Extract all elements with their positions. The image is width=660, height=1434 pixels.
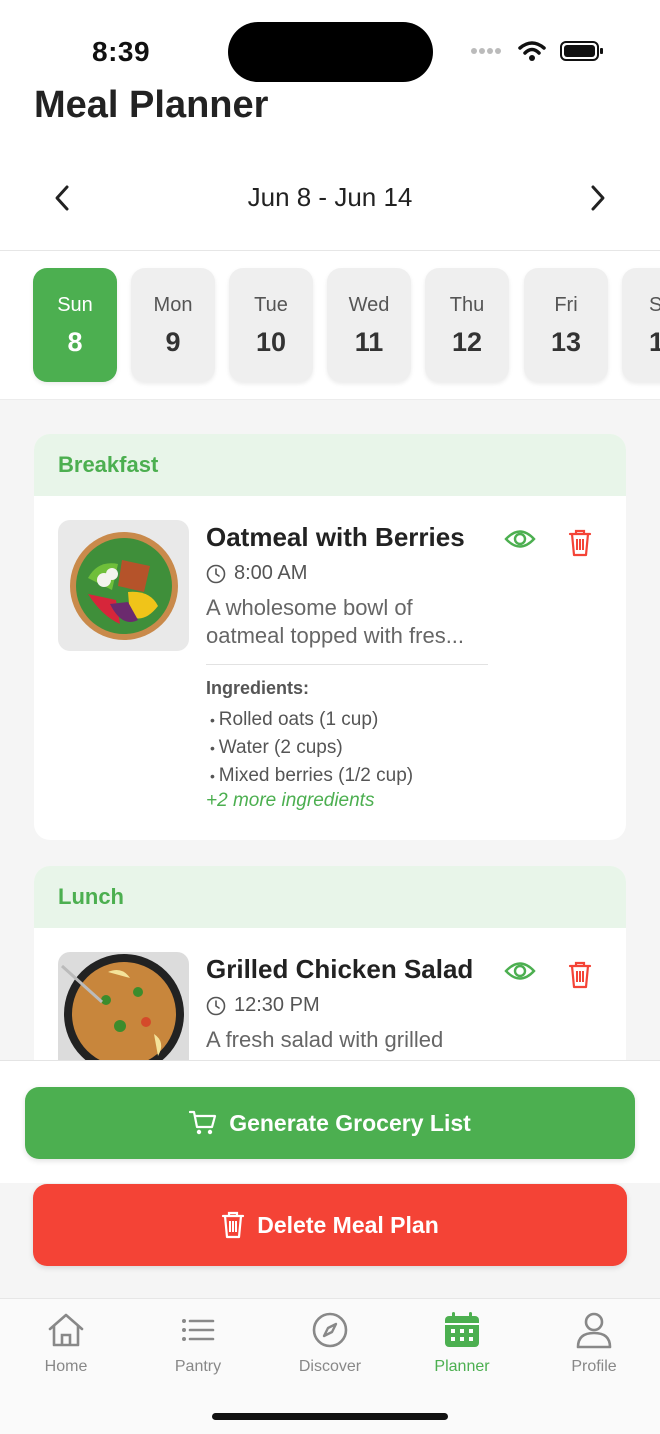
meal-image — [58, 952, 189, 1060]
delete-meal-plan-button[interactable]: Delete Meal Plan — [33, 1184, 627, 1266]
clock-icon — [206, 996, 226, 1015]
day-tue[interactable]: Tue 10 — [229, 268, 313, 382]
week-navigation: Jun 8 - Jun 14 — [0, 160, 660, 236]
tab-pantry[interactable]: Pantry — [143, 1311, 253, 1376]
day-fri[interactable]: Fri 13 — [524, 268, 608, 382]
ingredient-item: Water (2 cups) — [210, 734, 413, 762]
day-number: 9 — [165, 327, 181, 357]
tab-label: Discover — [298, 1358, 362, 1375]
meal-time-text: 12:30 PM — [234, 994, 320, 1016]
day-thu[interactable]: Thu 12 — [425, 268, 509, 382]
meal-time-text: 8:00 AM — [234, 562, 308, 584]
page-title: Meal Planner — [34, 84, 269, 126]
section-title: Lunch — [34, 866, 626, 928]
meal-divider — [206, 664, 488, 665]
day-sat[interactable]: Sat 14 — [622, 268, 660, 382]
signal-icon — [471, 48, 501, 54]
tab-label: Home — [44, 1358, 88, 1375]
status-icons — [470, 40, 604, 62]
meal-card[interactable]: Oatmeal with Berries 8:00 AM A wholesome… — [34, 496, 626, 811]
more-ingredients-link[interactable]: +2 more ingredients — [206, 790, 374, 812]
meal-time: 8:00 AM — [206, 562, 307, 585]
compass-icon — [312, 1312, 348, 1348]
ingredients-title: Ingredients: — [206, 678, 310, 698]
day-wed[interactable]: Wed 11 — [327, 268, 411, 382]
meal-image — [58, 520, 189, 651]
ingredient-item: Rolled oats (1 cup) — [210, 706, 413, 734]
day-number: 11 — [354, 327, 384, 357]
day-number: 8 — [67, 327, 83, 357]
battery-icon — [560, 41, 603, 61]
meal-list[interactable]: Breakfast Oatmeal with Berries 8:00 AM A… — [0, 400, 660, 1060]
delete-meal-plan-label: Delete Meal Plan — [257, 1211, 439, 1238]
home-icon — [48, 1313, 84, 1347]
eye-icon[interactable] — [504, 960, 536, 982]
list-icon — [182, 1319, 215, 1341]
meal-card[interactable]: Grilled Chicken Salad 12:30 PM A fresh s… — [34, 928, 626, 1060]
generate-grocery-list-label: Generate Grocery List — [229, 1109, 471, 1136]
tab-bar: Home Pantry Discover Planner Profile — [0, 1298, 660, 1434]
day-number: 13 — [550, 327, 582, 357]
meal-section-lunch: Lunch Grilled Chicken Salad 12:30 PM A f… — [34, 866, 626, 1060]
meal-actions — [504, 960, 592, 990]
tab-home[interactable]: Home — [11, 1311, 121, 1376]
person-icon — [576, 1312, 612, 1349]
meal-title: Oatmeal with Berries — [206, 522, 465, 552]
tab-label: Pantry — [174, 1358, 222, 1375]
meal-actions — [504, 528, 592, 558]
tab-label: Profile — [571, 1358, 617, 1375]
eye-icon[interactable] — [504, 528, 536, 550]
divider — [0, 250, 660, 251]
tab-profile[interactable]: Profile — [539, 1311, 649, 1376]
next-week-button[interactable] — [578, 178, 618, 218]
meal-description: A fresh salad with grilled — [206, 1027, 444, 1052]
tab-discover[interactable]: Discover — [275, 1311, 385, 1376]
meal-time: 12:30 PM — [206, 994, 320, 1017]
day-number: 12 — [451, 327, 483, 357]
meal-description: A wholesome bowl of oatmeal topped with … — [206, 595, 465, 648]
day-name: Tue — [254, 294, 288, 316]
trash-icon[interactable] — [568, 528, 592, 558]
dynamic-island — [228, 22, 433, 82]
day-selector: Sun 8 Mon 9 Tue 10 Wed 11 Thu 12 Fri 13 … — [0, 252, 660, 400]
clock-icon — [206, 564, 226, 583]
cart-icon — [189, 1110, 217, 1135]
day-name: Wed — [348, 294, 390, 316]
section-title: Breakfast — [34, 434, 626, 496]
ingredient-item: Mixed berries (1/2 cup) — [210, 762, 413, 790]
week-range-label: Jun 8 - Jun 14 — [247, 182, 413, 212]
trash-icon — [222, 1211, 245, 1239]
day-name: Sat — [622, 294, 660, 317]
tab-label: Planner — [434, 1358, 490, 1375]
meal-title: Grilled Chicken Salad — [206, 954, 474, 984]
day-name: Sun — [57, 294, 93, 316]
generate-grocery-list-button[interactable]: Generate Grocery List — [25, 1087, 635, 1159]
day-name: Fri — [554, 294, 578, 316]
day-sun[interactable]: Sun 8 — [33, 268, 117, 382]
day-mon[interactable]: Mon 9 — [131, 268, 215, 382]
trash-icon[interactable] — [568, 960, 592, 990]
day-name: Thu — [449, 294, 485, 316]
day-number: 10 — [255, 327, 287, 357]
calendar-icon — [445, 1312, 479, 1347]
wifi-icon — [518, 41, 546, 61]
status-time: 8:39 — [92, 36, 151, 67]
ingredients-list: Rolled oats (1 cup) Water (2 cups) Mixed… — [210, 706, 413, 790]
action-area: Generate Grocery List Delete Meal Plan — [0, 1060, 660, 1299]
day-name: Mon — [153, 294, 193, 316]
day-number: 14 — [622, 327, 660, 358]
chevron-right-icon — [591, 185, 605, 211]
home-indicator — [212, 1413, 448, 1420]
tab-planner[interactable]: Planner — [407, 1311, 517, 1376]
meal-section-breakfast: Breakfast Oatmeal with Berries 8:00 AM A… — [34, 434, 626, 840]
